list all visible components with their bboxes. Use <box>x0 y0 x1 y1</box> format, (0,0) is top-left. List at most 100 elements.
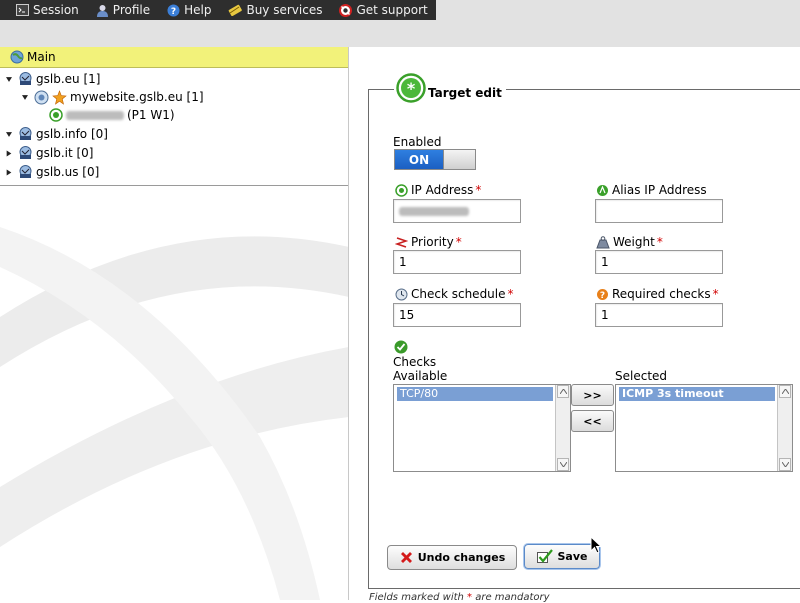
required-checks-label: ? Required checks * <box>596 287 719 301</box>
lifebuoy-icon <box>339 3 353 17</box>
footnote-before: Fields marked with <box>369 592 468 603</box>
add-check-button[interactable]: >> <box>571 384 614 406</box>
tree: gslb.eu [1] mywebsite.gslb.eu [1] (P1 W1… <box>0 68 348 186</box>
undo-changes-button[interactable]: Undo changes <box>387 545 517 570</box>
redacted-ip-value <box>399 207 469 216</box>
collapse-arrow-icon[interactable] <box>6 168 15 177</box>
tree-node-gslb-us[interactable]: gslb.us [0] <box>6 163 99 181</box>
expand-arrow-icon[interactable] <box>6 130 15 139</box>
menu-buy-services[interactable]: Buy services <box>228 3 322 17</box>
save-button[interactable]: Save <box>524 544 600 569</box>
scroll-up-icon[interactable] <box>779 385 791 398</box>
question-icon: ? <box>597 288 608 301</box>
selected-scrollbar[interactable] <box>777 385 792 471</box>
menu-profile[interactable]: Profile <box>96 3 150 17</box>
tree-label: gslb.eu [1] <box>36 72 101 86</box>
enabled-toggle[interactable]: ON <box>394 149 476 170</box>
mouse-cursor-icon <box>590 536 602 554</box>
available-label: Available <box>393 369 448 383</box>
checkmark-icon <box>536 549 553 563</box>
check-schedule-label: Check schedule * <box>395 287 514 301</box>
ip-address-text: IP Address <box>411 183 474 197</box>
alias-ip-input[interactable] <box>595 199 723 223</box>
svg-text:?: ? <box>600 291 605 301</box>
required-mark: * <box>656 235 663 249</box>
website-globe-icon <box>34 90 49 104</box>
weight-label: Weight * <box>596 235 663 249</box>
menu-bar: Session Profile ? Help Buy services Get … <box>0 0 436 20</box>
undo-changes-label: Undo changes <box>417 551 506 564</box>
tree-node-gslb-it[interactable]: gslb.it [0] <box>6 144 94 162</box>
check-schedule-text: Check schedule <box>411 287 506 301</box>
selected-checks-list[interactable]: ICMP 3s timeout <box>615 384 793 472</box>
selected-option[interactable]: ICMP 3s timeout <box>619 387 775 401</box>
tree-label: (P1 W1) <box>127 108 175 122</box>
tree-node-mywebsite[interactable]: mywebsite.gslb.eu [1] <box>22 88 204 106</box>
user-icon <box>96 4 108 17</box>
tree-node-gslb-info[interactable]: gslb.info [0] <box>6 125 108 143</box>
menu-session[interactable]: Session <box>16 3 79 17</box>
weight-input[interactable] <box>595 250 723 274</box>
toggle-on-label: ON <box>395 150 443 169</box>
domain-server-icon <box>19 127 32 140</box>
weight-text: Weight <box>613 235 655 249</box>
form-title: * Target edit <box>394 67 506 103</box>
menu-help-label: Help <box>184 3 212 17</box>
remove-check-button[interactable]: << <box>571 410 614 432</box>
ip-address-label: IP Address * <box>395 183 481 197</box>
tree-root-main[interactable]: Main <box>0 47 348 68</box>
priority-icon <box>395 236 408 248</box>
required-checks-text: Required checks <box>612 287 711 301</box>
tree-label: gslb.us [0] <box>36 165 100 179</box>
form-title-label: Target edit <box>428 86 502 100</box>
ip-address-input[interactable] <box>393 199 521 223</box>
menu-help[interactable]: ? Help <box>167 3 211 17</box>
collapse-arrow-icon[interactable] <box>6 149 15 158</box>
alias-ip-text: Alias IP Address <box>612 183 707 197</box>
tree-header-label: Main <box>27 50 56 64</box>
menu-session-label: Session <box>33 3 79 17</box>
selected-label: Selected <box>615 369 668 383</box>
required-mark: * <box>712 287 719 301</box>
available-checks-list[interactable]: TCP/80 <box>393 384 571 472</box>
required-mark: * <box>507 287 514 301</box>
menu-buy-label: Buy services <box>246 3 323 17</box>
redacted-ip <box>66 110 124 120</box>
tree-node-target[interactable]: (P1 W1) <box>49 106 175 124</box>
expand-arrow-icon[interactable] <box>6 75 15 84</box>
top-bar: Session Profile ? Help Buy services Get … <box>0 0 800 47</box>
check-schedule-input[interactable] <box>393 303 521 327</box>
target-edit-icon: * <box>396 73 426 103</box>
domain-server-icon <box>19 72 32 85</box>
priority-text: Priority <box>411 235 454 249</box>
priority-input[interactable] <box>393 250 521 274</box>
priority-label: Priority * <box>395 235 462 249</box>
available-option[interactable]: TCP/80 <box>397 387 553 401</box>
globe-icon <box>10 50 24 64</box>
scroll-down-icon[interactable] <box>779 458 791 471</box>
tree-node-gslb-eu[interactable]: gslb.eu [1] <box>6 70 100 88</box>
tree-panel: Main gslb.eu [1] mywebsite.gslb.eu [1] (… <box>0 47 349 600</box>
tree-label: gslb.it [0] <box>36 146 94 160</box>
svg-text:?: ? <box>171 7 176 17</box>
help-icon: ? <box>167 4 180 17</box>
target-edit-panel: * Target edit Enabled ON IP Address * Ali… <box>350 47 800 603</box>
terminal-icon <box>16 4 29 16</box>
checks-label: Checks <box>393 355 437 369</box>
menu-get-support[interactable]: Get support <box>339 3 428 17</box>
required-mark: * <box>455 235 462 249</box>
scroll-up-icon[interactable] <box>557 385 569 398</box>
save-label: Save <box>557 550 588 563</box>
expand-arrow-icon[interactable] <box>22 93 31 102</box>
menu-profile-label: Profile <box>112 3 151 17</box>
target-icon <box>395 183 408 197</box>
available-scrollbar[interactable] <box>555 385 570 471</box>
required-checks-input[interactable] <box>595 303 723 327</box>
checks-icon <box>394 340 408 354</box>
cancel-x-icon <box>400 552 412 563</box>
scroll-down-icon[interactable] <box>557 458 569 471</box>
toggle-knob <box>443 150 475 169</box>
mandatory-footnote: Fields marked with * are mandatory <box>369 592 550 603</box>
target-ok-icon <box>49 108 63 122</box>
alias-icon <box>597 184 608 196</box>
